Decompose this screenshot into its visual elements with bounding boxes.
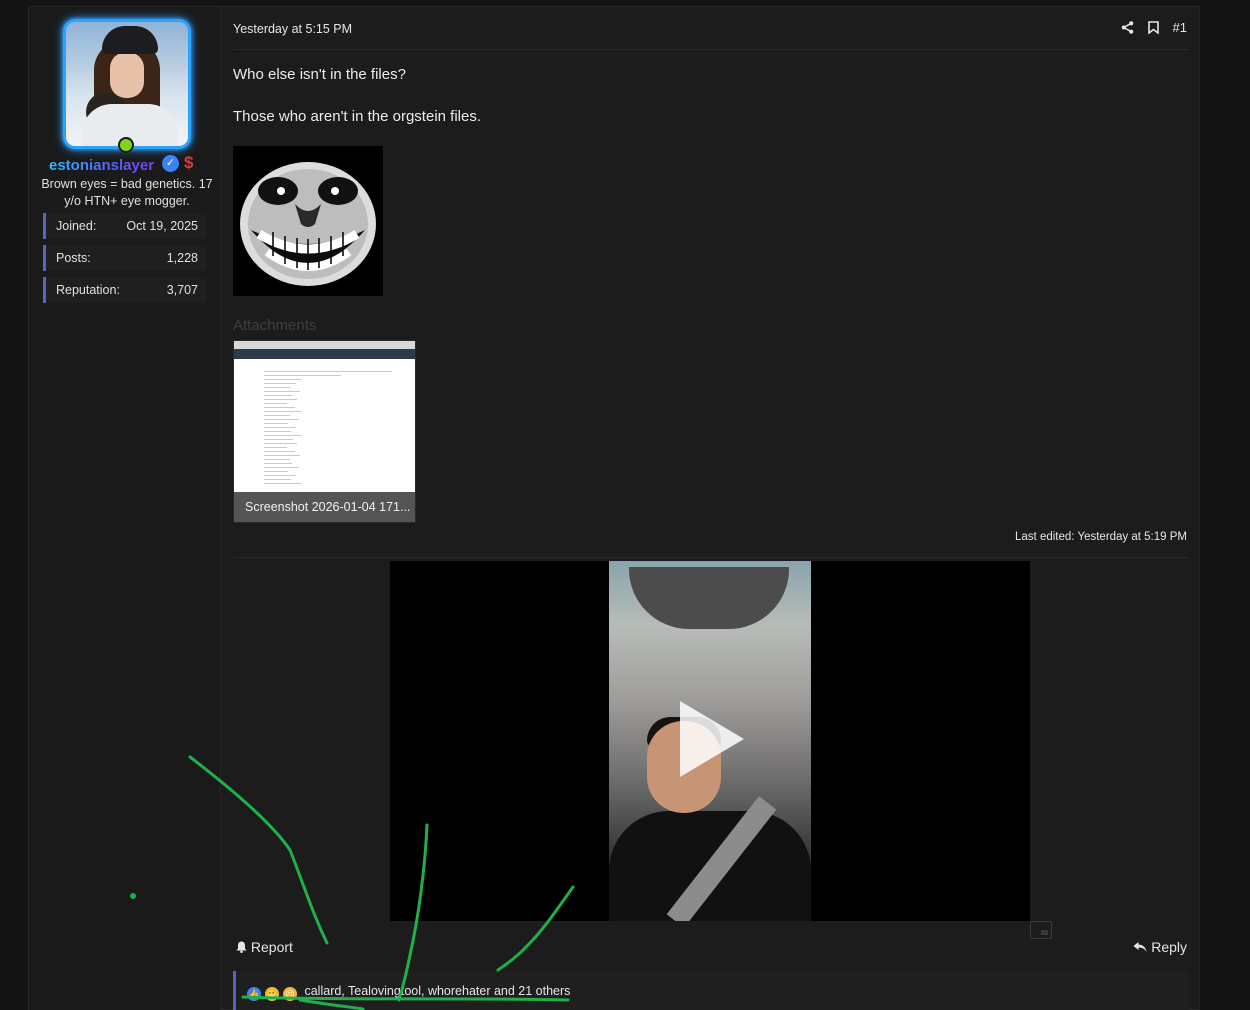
bell-icon	[236, 941, 247, 954]
stat-reputation: Reputation: 3,707	[43, 277, 207, 303]
post-main: Yesterday at 5:15 PM #1 Who else isn't i…	[233, 7, 1189, 1010]
picture-in-picture-icon[interactable]	[1030, 921, 1052, 939]
reactions-bar[interactable]: 👍 😬 ☹ callard, Tealovingtool, whorehater a…	[233, 971, 1189, 1010]
post-container: estonianslayer ✓ $ Brown eyes = bad gene…	[28, 6, 1200, 1010]
stat-label: Posts:	[56, 251, 91, 265]
last-edited-text: Last edited: Yesterday at 5:19 PM	[1015, 531, 1187, 543]
avatar[interactable]	[63, 19, 191, 149]
stat-posts: Posts: 1,228	[43, 245, 207, 271]
sad-reaction-icon: ☹	[283, 987, 297, 1001]
reply-label: Reply	[1151, 939, 1187, 955]
header-divider	[233, 49, 1189, 50]
post-date-link[interactable]: Yesterday at 5:15 PM	[233, 22, 352, 36]
video-player[interactable]	[390, 561, 1030, 921]
post-paragraph: Those who aren't in the orgstein files.	[233, 108, 481, 125]
play-icon[interactable]	[680, 701, 744, 777]
report-label: Report	[250, 939, 293, 955]
post-paragraph: Who else isn't in the files?	[233, 66, 406, 83]
like-reaction-icon: 👍	[247, 987, 261, 1001]
grimace-reaction-icon: 😬	[265, 987, 279, 1001]
post-actions: #1	[1121, 20, 1187, 35]
stat-joined: Joined: Oct 19, 2025	[43, 213, 207, 239]
reactions-users-link[interactable]: callard, Tealovingtool, whorehater and 2…	[304, 984, 570, 998]
online-status-icon	[118, 137, 134, 153]
stat-label: Reputation:	[56, 283, 120, 297]
troll-face-image[interactable]	[233, 146, 383, 296]
reply-button[interactable]: Reply	[1133, 939, 1187, 955]
attachment-caption: Screenshot 2026-01-04 171...	[234, 492, 415, 522]
dollar-badge-icon: $	[184, 153, 194, 172]
attachments-heading: Attachments	[233, 317, 317, 334]
edit-divider	[233, 557, 1189, 558]
username-link[interactable]: estonianslayer	[49, 157, 154, 174]
stat-value: 3,707	[166, 283, 198, 297]
user-title: Brown eyes = bad genetics. 17 y/o HTN+ e…	[41, 177, 213, 208]
attachment-thumbnail[interactable]: Screenshot 2026-01-04 171...	[233, 340, 416, 523]
stat-value: 1,228	[166, 251, 198, 265]
verified-icon: ✓	[162, 155, 179, 172]
report-button[interactable]: Report	[236, 939, 293, 955]
post-body: Who else isn't in the files? Those who a…	[233, 65, 481, 149]
reply-icon	[1133, 942, 1147, 952]
post-number-link[interactable]: #1	[1173, 20, 1187, 35]
stat-label: Joined:	[56, 219, 97, 233]
stat-value: Oct 19, 2025	[126, 219, 198, 233]
share-icon[interactable]	[1121, 21, 1134, 34]
bookmark-icon[interactable]	[1147, 21, 1159, 34]
user-sidebar: estonianslayer ✓ $ Brown eyes = bad gene…	[29, 7, 221, 1010]
